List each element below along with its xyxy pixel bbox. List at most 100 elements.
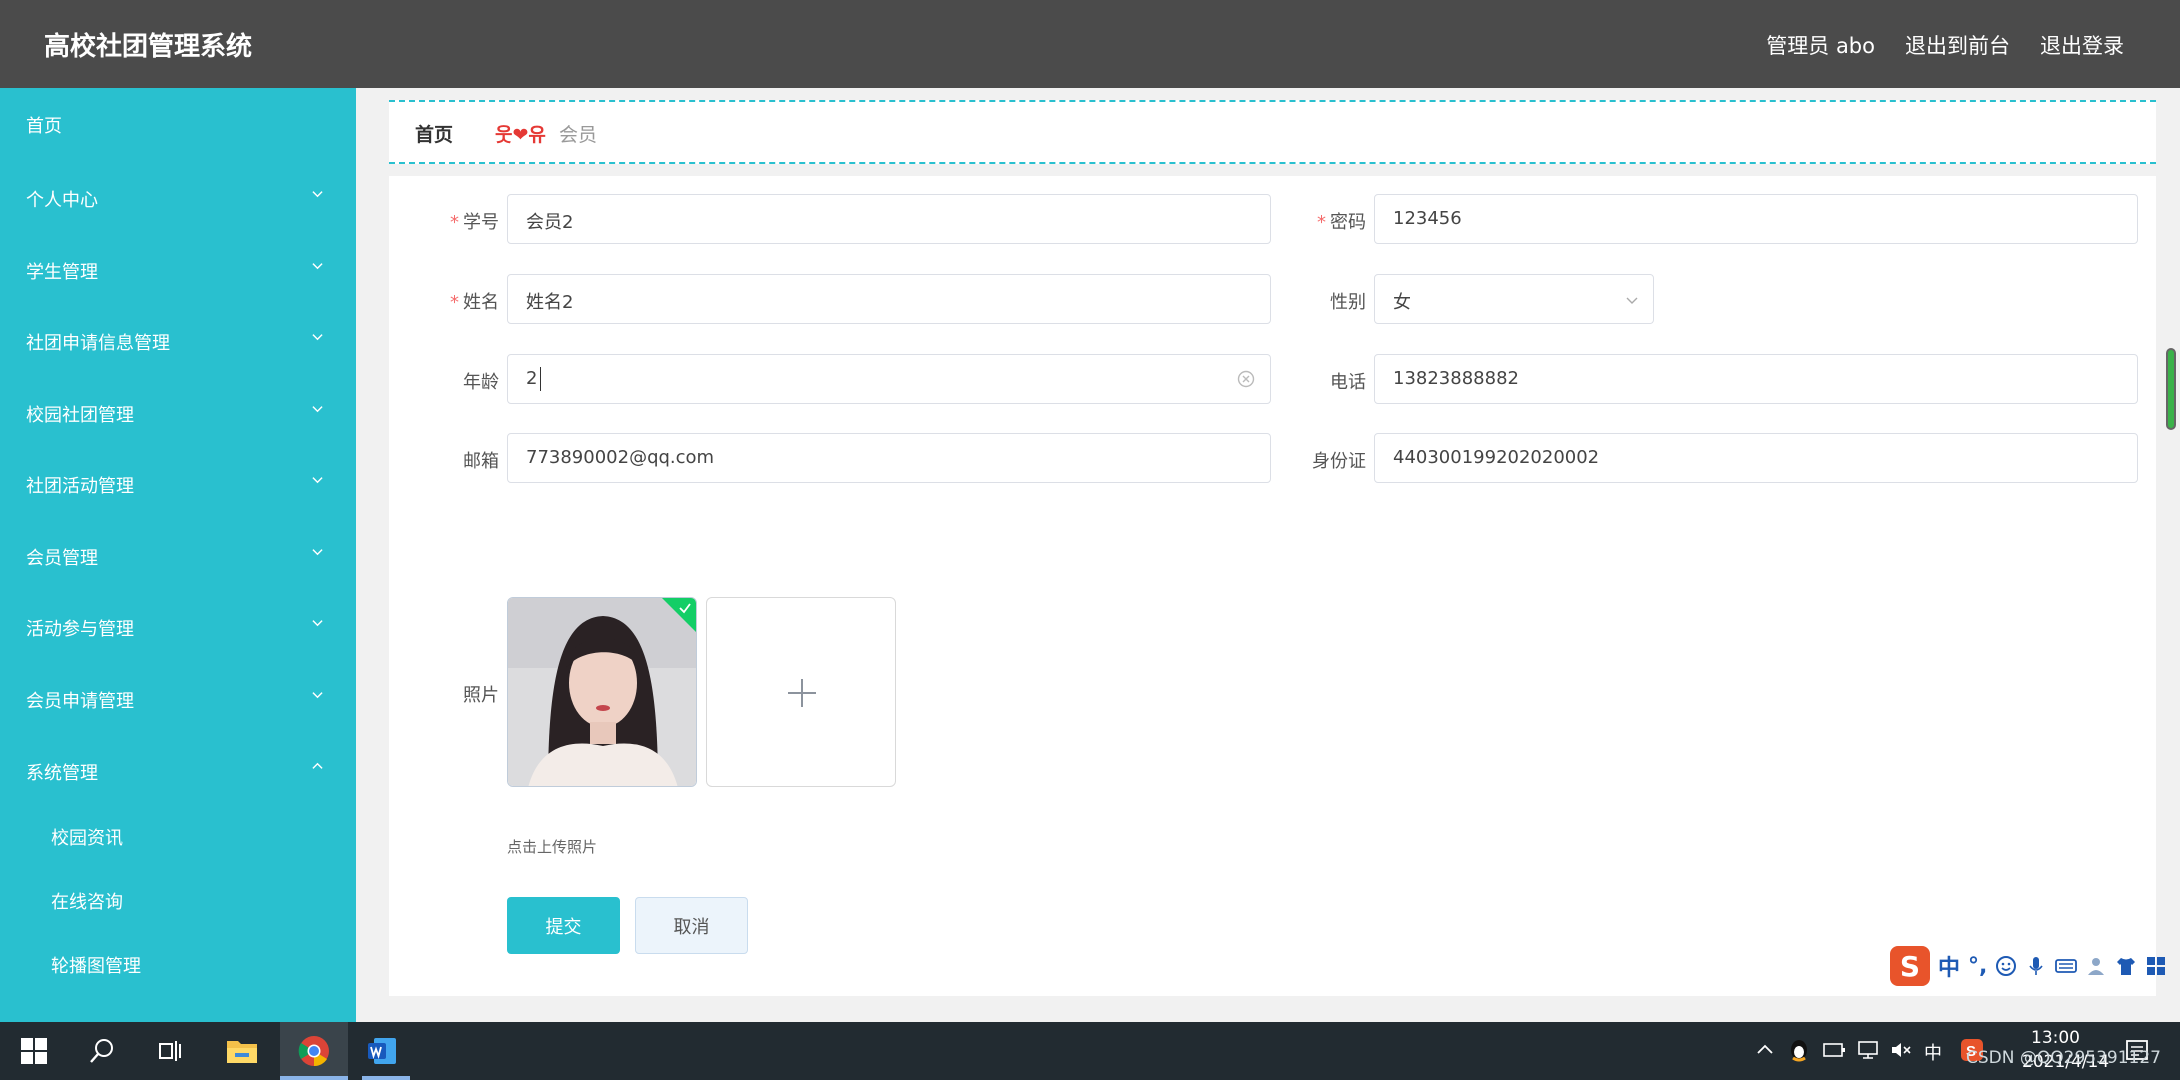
keyboard-icon[interactable] [2055, 955, 2078, 977]
password-label: * 密码 [1256, 208, 1366, 234]
breadcrumb-current: 会员 [559, 124, 598, 146]
sidebar-item-label: 社团活动管理 [26, 476, 134, 497]
battery-device-icon[interactable] [1822, 1040, 1846, 1060]
windows-start-icon[interactable] [14, 1031, 54, 1071]
volume-muted-icon[interactable] [1890, 1040, 1914, 1060]
sidebar-subitem-label: 校园资讯 [51, 828, 123, 849]
chevron-down-icon [312, 191, 323, 198]
ime-punctuation[interactable]: °, [1968, 954, 1987, 979]
sidebar-item-label: 系统管理 [26, 763, 98, 784]
student-id-label-text: 学号 [463, 212, 499, 233]
chevron-down-icon [312, 263, 323, 270]
sidebar-subitem-label: 在线咨询 [51, 892, 123, 913]
plus-icon [788, 679, 816, 707]
sidebar-item-label: 个人中心 [26, 190, 98, 211]
sidebar-item-club-application-info[interactable]: 社团申请信息管理 [0, 313, 356, 371]
logout-link[interactable]: 退出登录 [2040, 30, 2124, 60]
id-card-label: 身份证 [1312, 451, 1366, 472]
sidebar-item-student-management[interactable]: 学生管理 [0, 242, 356, 300]
email-input[interactable]: 773890002@qq.com [507, 433, 1271, 483]
student-id-value: 会员2 [526, 212, 574, 233]
sidebar-item-member-management[interactable]: 会员管理 [0, 528, 356, 586]
uploaded-photo[interactable] [507, 597, 697, 787]
gender-select[interactable]: 女 [1374, 274, 1654, 324]
ime-toolbar: S 中 °, [1890, 946, 2180, 986]
chevron-down-icon [312, 334, 323, 341]
file-explorer-icon[interactable] [222, 1031, 262, 1071]
scrollbar-thumb[interactable] [2166, 348, 2176, 430]
password-label-text: 密码 [1330, 212, 1366, 233]
admin-user-label[interactable]: 管理员 abo [1766, 30, 1875, 60]
open-app-indicator [362, 1076, 410, 1080]
phone-label: 电话 [1330, 372, 1366, 393]
ime-mode[interactable]: 中 [1938, 950, 1960, 982]
sidebar: 首页 个人中心 学生管理 社团申请信息管理 校园社团管理 社团活动管理 会员管理… [0, 88, 356, 1022]
id-card-input[interactable]: 440300199202020002 [1374, 433, 2138, 483]
clock-time[interactable]: 13:00 [2031, 1028, 2080, 1048]
sidebar-item-label: 校园社团管理 [26, 405, 134, 426]
chevron-down-icon [312, 620, 323, 627]
cancel-button[interactable]: 取消 [635, 897, 748, 954]
exit-to-front-link[interactable]: 退出到前台 [1905, 30, 2010, 60]
photo-upload-button[interactable] [706, 597, 896, 787]
chevron-down-icon [312, 692, 323, 699]
task-view-icon[interactable] [150, 1031, 190, 1071]
network-icon[interactable] [1856, 1040, 1880, 1060]
qq-penguin-icon[interactable] [1788, 1038, 1810, 1062]
required-mark: * [450, 292, 459, 313]
email-label: 邮箱 [463, 451, 499, 472]
password-input[interactable]: 123456 [1374, 194, 2138, 244]
sidebar-item-label: 活动参与管理 [26, 619, 134, 640]
chevron-up-icon[interactable] [1756, 1042, 1774, 1056]
sidebar-item-member-applications[interactable]: 会员申请管理 [0, 671, 356, 729]
sidebar-item-personal-center[interactable]: 个人中心 [0, 170, 356, 228]
breadcrumb-home[interactable]: 首页 [415, 120, 453, 147]
breadcrumb: 首页 웃❤유 会员 [389, 100, 2156, 164]
check-icon [679, 603, 691, 614]
student-id-label: * 学号 [389, 208, 499, 234]
required-mark: * [1317, 212, 1326, 233]
photo-label: 照片 [463, 685, 499, 706]
student-id-input[interactable]: 会员2 [507, 194, 1271, 244]
name-input[interactable]: 姓名2 [507, 274, 1271, 324]
input-language-indicator[interactable]: 中 [1924, 1039, 1942, 1065]
search-icon[interactable] [82, 1031, 122, 1071]
name-label-text: 姓名 [463, 292, 499, 313]
phone-input[interactable]: 13823888882 [1374, 354, 2138, 404]
sidebar-subitem-carousel[interactable]: 轮播图管理 [0, 936, 356, 994]
sogou-logo-icon[interactable]: S [1890, 946, 1930, 986]
header-links: 管理员 abo 退出到前台 退出登录 [1766, 30, 2124, 60]
sidebar-item-label: 学生管理 [26, 262, 98, 283]
password-value: 123456 [1393, 208, 1462, 229]
chevron-down-icon [312, 477, 323, 484]
emoji-icon[interactable] [1995, 955, 2017, 977]
sidebar-item-label: 会员管理 [26, 548, 98, 569]
user-icon[interactable] [2085, 955, 2107, 977]
sidebar-item-campus-clubs[interactable]: 校园社团管理 [0, 385, 356, 443]
submit-button[interactable]: 提交 [507, 897, 620, 954]
active-app-indicator [280, 1076, 348, 1080]
main-content: 首页 웃❤유 会员 * 学号 会员2 * 密码 123456 * 姓名 姓名2 性别 … [356, 88, 2180, 1022]
skin-shirt-icon[interactable] [2115, 955, 2137, 977]
word-icon[interactable] [362, 1031, 402, 1071]
chevron-up-icon [312, 762, 323, 769]
sidebar-item-home[interactable]: 首页 [0, 96, 356, 154]
sidebar-subitem-campus-news[interactable]: 校园资讯 [0, 808, 356, 866]
required-mark: * [450, 212, 459, 233]
toolbox-grid-icon[interactable] [2145, 955, 2167, 977]
sidebar-subitem-online-consult[interactable]: 在线咨询 [0, 872, 356, 930]
sidebar-item-activity-participation[interactable]: 活动参与管理 [0, 599, 356, 657]
gender-label: 性别 [1330, 292, 1366, 313]
sidebar-item-label: 社团申请信息管理 [26, 333, 170, 354]
name-label: * 姓名 [389, 288, 499, 314]
csdn-watermark: CSDN @QQ295391127 [1966, 1048, 2161, 1068]
age-value: 2 [526, 368, 538, 389]
sidebar-item-club-activities[interactable]: 社团活动管理 [0, 456, 356, 514]
microphone-icon[interactable] [2025, 955, 2047, 977]
clear-icon[interactable] [1236, 369, 1256, 389]
sidebar-item-system-management[interactable]: 系统管理 [0, 743, 356, 801]
text-caret [540, 367, 541, 391]
id-card-value: 440300199202020002 [1393, 447, 1600, 468]
age-input[interactable]: 2 [507, 354, 1271, 404]
chrome-icon[interactable] [294, 1031, 334, 1071]
